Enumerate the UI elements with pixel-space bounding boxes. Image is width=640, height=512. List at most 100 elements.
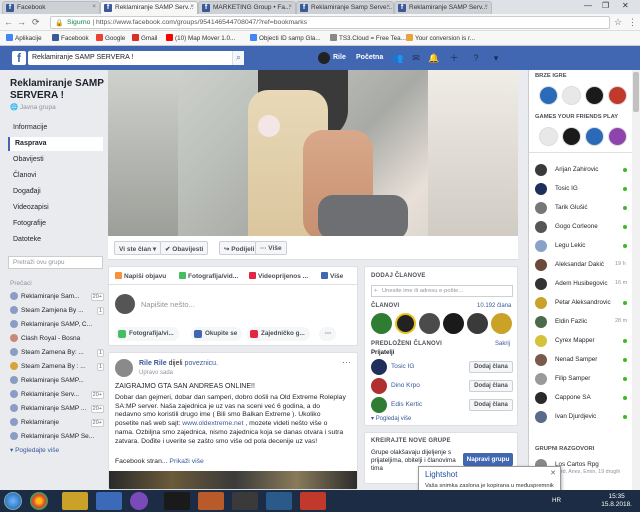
suggested-member-name[interactable]: Dino Krpo: [391, 382, 420, 389]
see-more-link[interactable]: Prikaži više: [169, 458, 203, 465]
chat-contact[interactable]: Legu Lekic: [533, 239, 631, 253]
bookmark-item[interactable]: Facebook: [52, 34, 89, 42]
chat-contact[interactable]: Arijan Zahirovic: [533, 163, 631, 177]
game-icon[interactable]: [539, 127, 558, 146]
bookmark-item[interactable]: Google: [96, 34, 125, 42]
bookmark-item[interactable]: (10) Map Mover 1.0...: [166, 34, 235, 42]
nav-item-discussion[interactable]: Rasprava: [8, 137, 103, 151]
close-tab-icon[interactable]: ×: [288, 3, 292, 10]
chat-contact[interactable]: Petar Aleksandrovic: [533, 296, 631, 310]
shortcut-item[interactable]: Reklamiranje SAMP Se...: [10, 432, 106, 444]
nav-item-info[interactable]: Informacije: [8, 121, 103, 135]
chat-contact[interactable]: Cyrex Mapper: [533, 334, 631, 348]
nav-item-events[interactable]: Događaji: [8, 185, 103, 199]
taskbar-app-icon[interactable]: [96, 492, 122, 510]
member-button[interactable]: Vi ste član ▾: [114, 241, 162, 255]
suggested-member-name[interactable]: Edis Kertic: [391, 401, 422, 408]
suggested-member-name[interactable]: Tosic IG: [391, 363, 414, 370]
write-post-input[interactable]: Napišite nešto...: [141, 300, 195, 309]
bookmark-item[interactable]: Your conversion is r...: [406, 34, 475, 42]
chat-contact[interactable]: Nenad Samper: [533, 353, 631, 367]
add-member-button[interactable]: Dodaj člana: [469, 380, 513, 392]
clock[interactable]: 15:35 15.8.2018.: [601, 493, 632, 509]
nav-item-videos[interactable]: Videozapisi: [8, 201, 103, 215]
shortcut-item[interactable]: Clash Royal - Bosna: [10, 334, 106, 346]
browser-tab[interactable]: f Reklamiranje SAMP Serv... ×: [394, 1, 492, 14]
viber-icon[interactable]: [130, 492, 148, 510]
search-icon[interactable]: ⌕: [232, 51, 244, 65]
more-options-button[interactable]: ···: [319, 327, 337, 341]
chrome-icon[interactable]: [30, 492, 48, 510]
browser-tab[interactable]: f MARKETING Group • Fa... ×: [198, 1, 296, 14]
nav-item-announcements[interactable]: Obavijesti: [8, 153, 103, 167]
chat-contact[interactable]: Ivan Djurdjevic: [533, 410, 631, 424]
facebook-logo[interactable]: f: [12, 51, 26, 65]
shortcut-item[interactable]: Steam Zamena By : ... 1: [10, 362, 106, 374]
forward-icon[interactable]: →: [17, 17, 26, 27]
member-avatar[interactable]: [419, 313, 440, 334]
website-link[interactable]: www.oldextreme.net: [182, 420, 243, 427]
close-icon[interactable]: ✕: [550, 469, 556, 477]
hide-link[interactable]: Sakrij: [495, 341, 510, 347]
file-explorer-icon[interactable]: [62, 492, 88, 510]
add-member-button[interactable]: Dodaj člana: [469, 361, 513, 373]
see-more-link[interactable]: ▾ Pogledajte više: [10, 446, 106, 458]
start-button[interactable]: [4, 492, 22, 510]
tab-more[interactable]: Više: [321, 272, 343, 280]
taskbar-app-icon[interactable]: [198, 492, 224, 510]
reload-icon[interactable]: ⟳: [32, 17, 40, 28]
create-group-button[interactable]: Napravi grupu: [463, 453, 513, 466]
see-more-link[interactable]: ▾ Pogledaj više: [371, 415, 411, 422]
browser-tab-active[interactable]: f Reklamiranje SAMP Serv... ×: [100, 1, 198, 14]
tab-photo-video[interactable]: Fotografija/vid...: [179, 272, 238, 280]
chat-contact[interactable]: Tarik Glušić: [533, 201, 631, 215]
shortcut-item[interactable]: Reklamiranje SAMP ... 20+: [10, 404, 106, 416]
bookmark-item[interactable]: TS3.Cloud = Free Tea...: [330, 34, 406, 42]
lightshot-notification[interactable]: Lightshot Vaša snimka zaslona je kopiran…: [418, 466, 561, 493]
game-icon[interactable]: [608, 127, 627, 146]
shortcut-item[interactable]: Reklamiranje SAMP, C...: [10, 320, 106, 332]
chat-contact[interactable]: Adem Husibegovic 16 m: [533, 277, 631, 291]
profile-link[interactable]: Rile: [333, 54, 346, 61]
game-icon[interactable]: [608, 86, 627, 105]
add-member-button[interactable]: Dodaj člana: [469, 399, 513, 411]
taskbar-app-icon[interactable]: [300, 492, 326, 510]
avatar[interactable]: [371, 378, 387, 394]
tab-write-post[interactable]: Napiši objavu: [115, 272, 166, 280]
home-link[interactable]: Početna: [356, 54, 383, 61]
messenger-icon[interactable]: ✉: [410, 52, 422, 64]
maximize-icon[interactable]: ❐: [602, 1, 609, 10]
more-button[interactable]: ··· Više: [255, 241, 287, 255]
chat-scrollbar[interactable]: [632, 70, 640, 490]
tab-live-video[interactable]: Videoprijenos ...: [249, 272, 308, 280]
member-avatar[interactable]: [371, 313, 392, 334]
chat-contact[interactable]: Filip Samper: [533, 372, 631, 386]
help-icon[interactable]: ?: [470, 52, 482, 64]
bookmark-item[interactable]: Objecti ID samp Gla...: [250, 34, 321, 42]
avatar[interactable]: [318, 52, 330, 64]
post-menu-icon[interactable]: ···: [342, 357, 351, 367]
back-icon[interactable]: ←: [4, 17, 13, 27]
member-avatar[interactable]: [491, 313, 512, 334]
nav-item-files[interactable]: Datoteke: [8, 233, 103, 247]
nav-item-members[interactable]: Članovi: [8, 169, 103, 183]
member-avatar[interactable]: [467, 313, 488, 334]
game-icon[interactable]: [539, 86, 558, 105]
search-input[interactable]: Reklamiranje SAMP SERVERA !: [28, 51, 244, 65]
photo-video-button[interactable]: Fotografija/vi...: [115, 327, 179, 341]
friends-icon[interactable]: 👥: [392, 52, 404, 64]
dropdown-icon[interactable]: ▾: [490, 52, 502, 64]
group-title[interactable]: Reklamiranje SAMP SERVERA !: [10, 78, 105, 102]
bookmark-item[interactable]: Aplikacije: [6, 34, 42, 42]
game-icon[interactable]: [562, 86, 581, 105]
menu-dots-icon[interactable]: ⋮: [628, 17, 637, 28]
chat-contact[interactable]: Eldin Fazlic 28 m: [533, 315, 631, 329]
member-avatar[interactable]: [395, 313, 416, 334]
star-icon[interactable]: ☆: [614, 17, 622, 28]
url-input[interactable]: 🔒 Sigurno | https://www.facebook.com/grou…: [50, 16, 610, 29]
close-tab-icon[interactable]: ×: [92, 3, 96, 10]
shared-button[interactable]: Zajedničko g...: [247, 327, 310, 341]
avatar[interactable]: [371, 359, 387, 375]
post-timestamp[interactable]: Upravo sada: [139, 370, 173, 376]
cover-photo[interactable]: [108, 70, 518, 236]
